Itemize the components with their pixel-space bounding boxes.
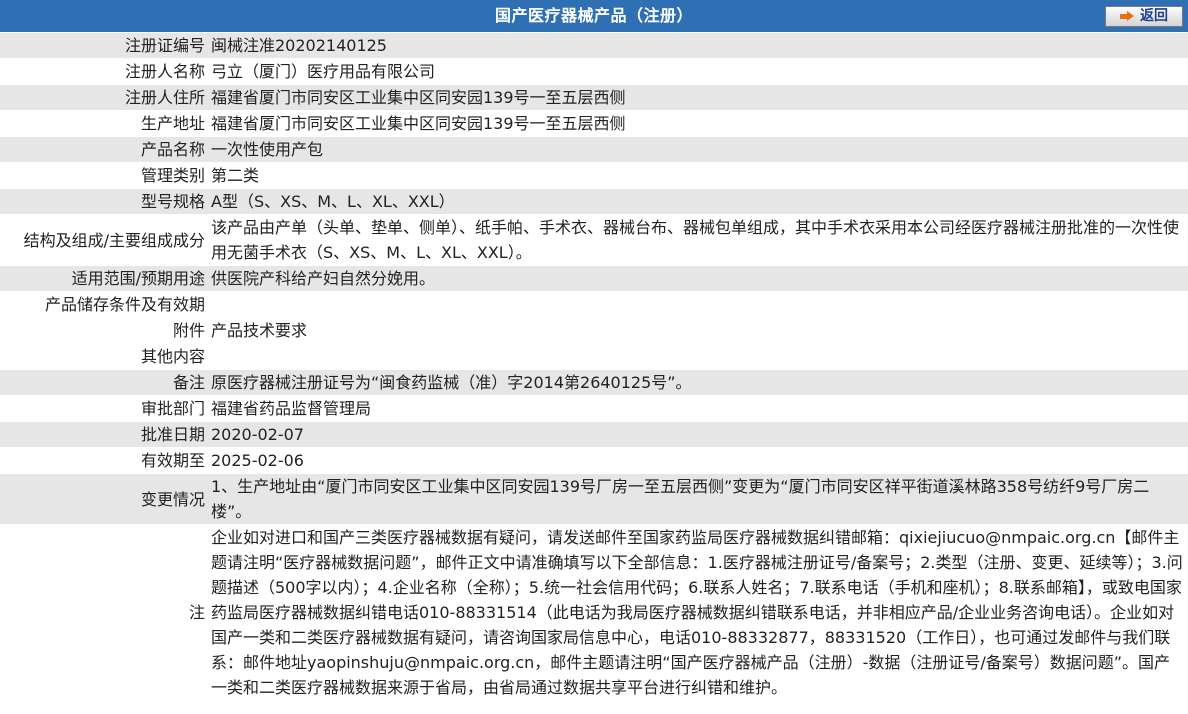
row-registrant: 注册人名称 弓立（厦门）医疗用品有限公司 bbox=[0, 59, 1188, 85]
registrant-address-value: 福建省厦门市同安区工业集中区同安园139号一至五层西侧 bbox=[208, 85, 1188, 111]
remark-label: 备注 bbox=[0, 370, 208, 396]
attachment-value: 产品技术要求 bbox=[208, 318, 1188, 344]
valid-until-label: 有效期至 bbox=[0, 448, 208, 474]
structure-value: 该产品由产单（头单、垫单、侧单）、纸手帕、手术衣、器械台布、器械包单组成，其中手… bbox=[208, 215, 1188, 266]
product-name-label: 产品名称 bbox=[0, 137, 208, 163]
scope-value: 供医院产科给产妇自然分娩用。 bbox=[208, 266, 1188, 292]
page-title: 国产医疗器械产品（注册） bbox=[495, 6, 694, 25]
approval-date-label: 批准日期 bbox=[0, 422, 208, 448]
structure-label-text: 结构及组成/主要组成成分 bbox=[23, 230, 205, 250]
model-label: 型号规格 bbox=[0, 189, 208, 215]
arrow-right-icon bbox=[1120, 11, 1135, 22]
note-label: 注 bbox=[0, 525, 208, 701]
attachment-label: 附件 bbox=[0, 318, 208, 344]
product-detail-page: 国产医疗器械产品（注册） 返回 注册证编号 闽械注准20202140125 注册… bbox=[0, 0, 1188, 714]
row-other: 其他内容 bbox=[0, 344, 1188, 370]
other-value bbox=[208, 344, 1188, 370]
row-remark: 备注 原医疗器械注册证号为“闽食药监械（准）字2014第2640125号”。 bbox=[0, 370, 1188, 396]
production-address-value: 福建省厦门市同安区工业集中区同安园139号一至五层西侧 bbox=[208, 111, 1188, 137]
back-button-label: 返回 bbox=[1140, 8, 1169, 24]
production-address-label: 生产地址 bbox=[0, 111, 208, 137]
structure-label: 结构及组成/主要组成成分 bbox=[0, 215, 208, 266]
category-label: 管理类别 bbox=[0, 163, 208, 189]
note-value: 企业如对进口和国产三类医疗器械数据有疑问，请发送邮件至国家药监局医疗器械数据纠错… bbox=[208, 525, 1188, 701]
changes-value: 1、生产地址由“厦门市同安区工业集中区同安园139号厂房一至五层西侧”变更为“厦… bbox=[208, 474, 1188, 525]
row-changes: 变更情况 1、生产地址由“厦门市同安区工业集中区同安园139号厂房一至五层西侧”… bbox=[0, 474, 1188, 525]
reg-no-label: 注册证编号 bbox=[0, 33, 208, 59]
approval-dept-label: 审批部门 bbox=[0, 396, 208, 422]
storage-label: 产品储存条件及有效期 bbox=[0, 292, 208, 318]
row-structure: 结构及组成/主要组成成分 该产品由产单（头单、垫单、侧单）、纸手帕、手术衣、器械… bbox=[0, 215, 1188, 266]
row-reg-no: 注册证编号 闽械注准20202140125 bbox=[0, 33, 1188, 59]
header-bar: 国产医疗器械产品（注册） 返回 bbox=[0, 0, 1188, 33]
row-category: 管理类别 第二类 bbox=[0, 163, 1188, 189]
storage-value bbox=[208, 292, 1188, 318]
header-row: 国产医疗器械产品（注册） 返回 bbox=[0, 0, 1188, 33]
registrant-address-label: 注册人住所 bbox=[0, 85, 208, 111]
row-registrant-address: 注册人住所 福建省厦门市同安区工业集中区同安园139号一至五层西侧 bbox=[0, 85, 1188, 111]
row-product-name: 产品名称 一次性使用产包 bbox=[0, 137, 1188, 163]
row-storage: 产品储存条件及有效期 bbox=[0, 292, 1188, 318]
product-name-value: 一次性使用产包 bbox=[208, 137, 1188, 163]
row-valid-until: 有效期至 2025-02-06 bbox=[0, 448, 1188, 474]
approval-dept-value: 福建省药品监督管理局 bbox=[208, 396, 1188, 422]
row-approval-date: 批准日期 2020-02-07 bbox=[0, 422, 1188, 448]
changes-label: 变更情况 bbox=[0, 474, 208, 525]
row-attachment: 附件 产品技术要求 bbox=[0, 318, 1188, 344]
category-value: 第二类 bbox=[208, 163, 1188, 189]
valid-until-value: 2025-02-06 bbox=[208, 448, 1188, 474]
product-detail-table: 国产医疗器械产品（注册） 返回 注册证编号 闽械注准20202140125 注册… bbox=[0, 0, 1188, 701]
back-button[interactable]: 返回 bbox=[1105, 6, 1184, 27]
row-model: 型号规格 A型（S、XS、M、L、XL、XXL） bbox=[0, 189, 1188, 215]
reg-no-value: 闽械注准20202140125 bbox=[208, 33, 1188, 59]
approval-date-value: 2020-02-07 bbox=[208, 422, 1188, 448]
registrant-label: 注册人名称 bbox=[0, 59, 208, 85]
row-note: 注 企业如对进口和国产三类医疗器械数据有疑问，请发送邮件至国家药监局医疗器械数据… bbox=[0, 525, 1188, 701]
row-scope: 适用范围/预期用途 供医院产科给产妇自然分娩用。 bbox=[0, 266, 1188, 292]
row-approval-dept: 审批部门 福建省药品监督管理局 bbox=[0, 396, 1188, 422]
row-production-address: 生产地址 福建省厦门市同安区工业集中区同安园139号一至五层西侧 bbox=[0, 111, 1188, 137]
other-label: 其他内容 bbox=[0, 344, 208, 370]
remark-value: 原医疗器械注册证号为“闽食药监械（准）字2014第2640125号”。 bbox=[208, 370, 1188, 396]
model-value: A型（S、XS、M、L、XL、XXL） bbox=[208, 189, 1188, 215]
scope-label: 适用范围/预期用途 bbox=[0, 266, 208, 292]
registrant-value: 弓立（厦门）医疗用品有限公司 bbox=[208, 59, 1188, 85]
